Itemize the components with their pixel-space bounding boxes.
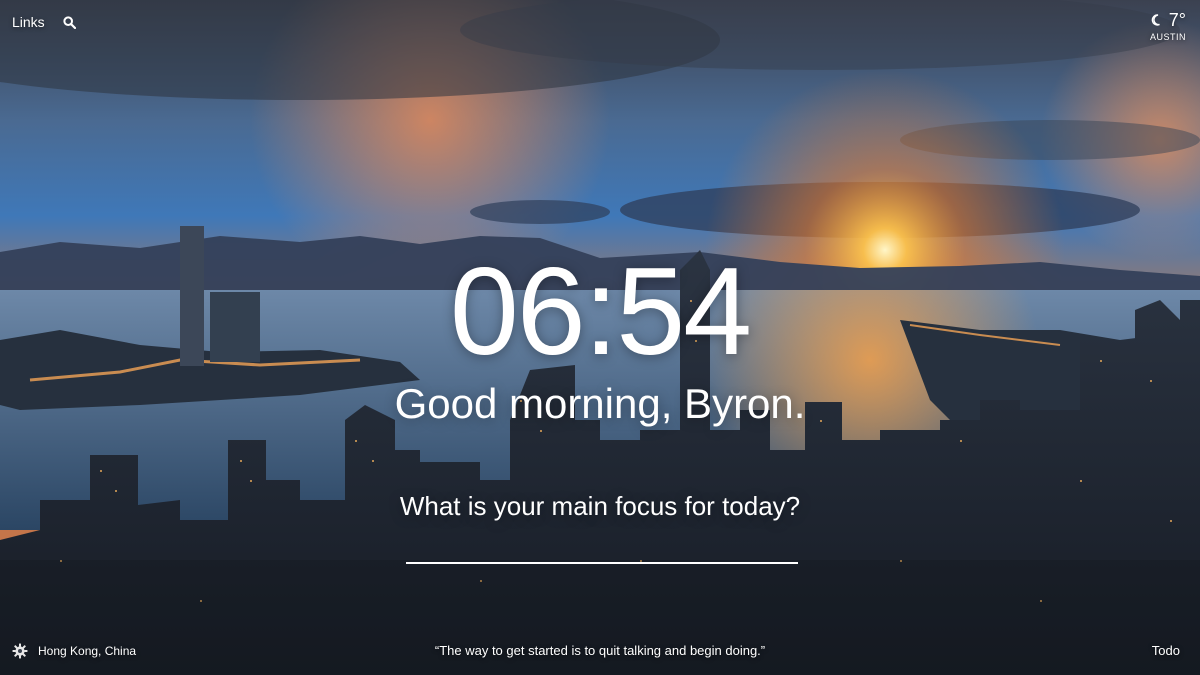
search-icon[interactable] [63,15,76,29]
weather-widget[interactable]: 7° AUSTIN [1150,10,1186,42]
top-left-bar: Links [12,14,76,30]
focus-input[interactable] [406,532,798,564]
weather-temperature: 7° [1168,10,1186,30]
greeting: Good morning, Byron. [394,380,806,427]
todo-button[interactable]: Todo [1152,643,1180,658]
focus-question: What is your main focus for today? [399,491,801,521]
weather-row: 7° [1150,10,1186,30]
moon-icon [1151,14,1163,26]
weather-location: AUSTIN [1149,32,1186,42]
daily-quote[interactable]: “The way to get started is to quit talki… [0,643,1200,658]
clock-time: 06:54 [449,243,752,381]
links-button[interactable]: Links [12,14,45,30]
